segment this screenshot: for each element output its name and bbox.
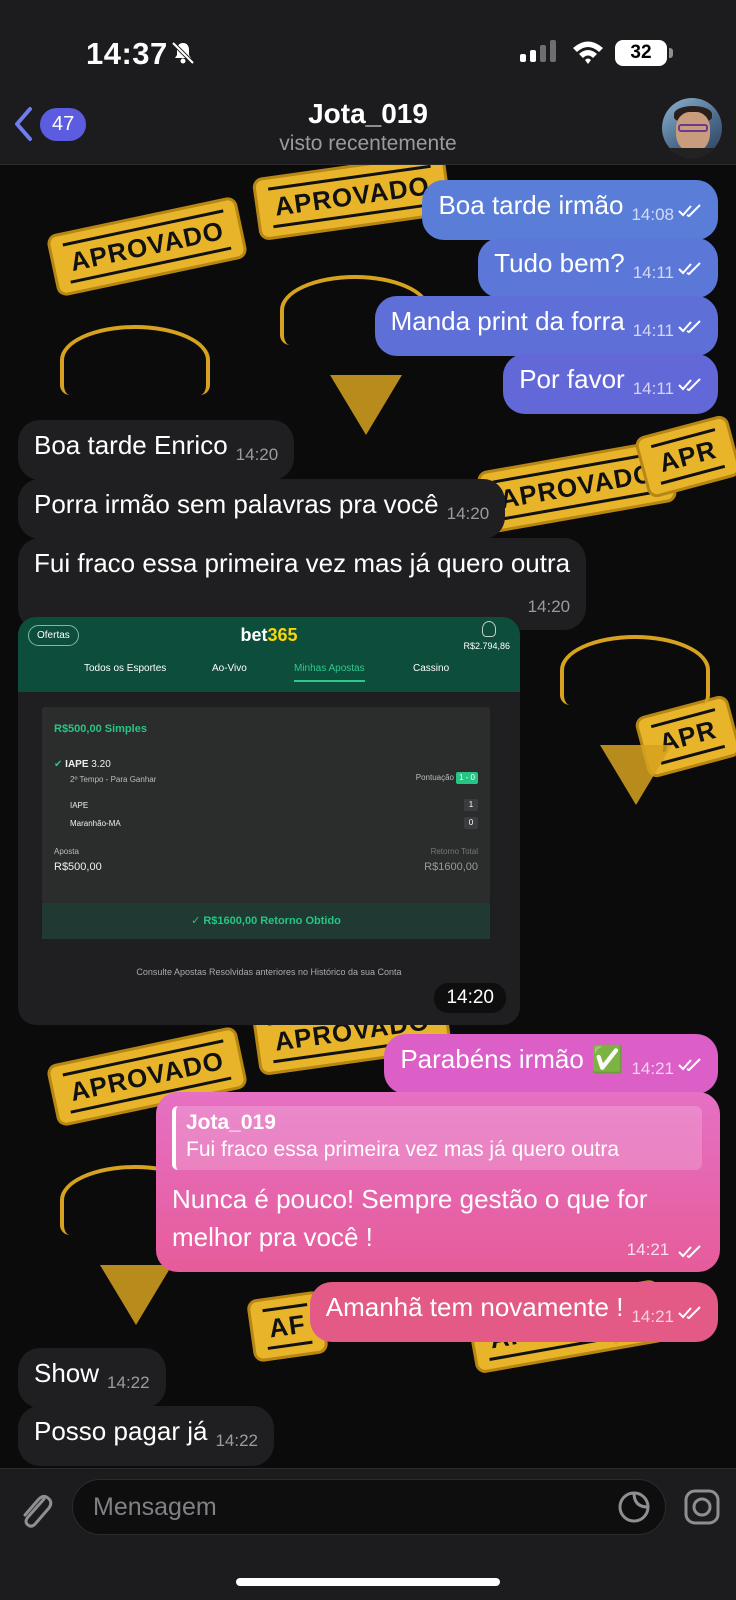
double-check-icon	[678, 378, 701, 392]
outgoing-message[interactable]: Tudo bem? 14:11	[478, 238, 718, 298]
return-label: Retorno Total	[430, 847, 478, 856]
double-check-icon	[678, 204, 701, 218]
tab-label: Ao-Vivo	[212, 663, 247, 674]
incoming-message[interactable]: Show 14:22	[18, 1348, 166, 1408]
wallpaper-stamp: APROVADO	[45, 195, 249, 298]
bet-selection: ✔ IAPE 3.20	[54, 759, 111, 770]
message-input[interactable]	[93, 1480, 573, 1534]
balance-label: R$2.794,86	[463, 641, 510, 651]
wallpaper-figure	[600, 745, 672, 805]
message-time: 14:21	[631, 1307, 674, 1326]
double-check-icon	[678, 1058, 701, 1072]
image-message[interactable]: Ofertas bet365 R$2.794,86 Todos os Espor…	[18, 617, 520, 1025]
message-text: Fui fraco essa primeira vez mas já quero…	[34, 548, 571, 578]
quoted-name: Jota_019	[186, 1111, 276, 1134]
history-note: Consulte Apostas Resolvidas anteriores n…	[136, 967, 402, 977]
score-badge: 1 - 0	[456, 772, 478, 784]
chat-title[interactable]: Jota_019	[0, 98, 736, 130]
message-text: Amanhã tem novamente !	[325, 1292, 624, 1322]
incoming-message[interactable]: Posso pagar já 14:22	[18, 1406, 274, 1466]
tab-label: Cassino	[413, 663, 450, 674]
battery-indicator: 32	[615, 40, 673, 66]
message-time: 14:11	[632, 321, 674, 340]
stake-value: R$500,00	[54, 861, 102, 873]
bet-market: 2º Tempo - Para Ganhar	[70, 775, 157, 784]
message-text: Por favor	[519, 364, 625, 394]
status-time: 14:37	[86, 36, 168, 71]
double-check-icon	[678, 1245, 701, 1259]
bet365-topbar: Ofertas bet365 R$2.794,86 Todos os Espor…	[18, 617, 520, 692]
team-name: IAPE	[70, 801, 89, 810]
bell-slash-icon	[171, 41, 195, 65]
avatar[interactable]	[662, 98, 722, 158]
message-text: Boa tarde irmão	[438, 190, 624, 220]
message-time: 14:08	[631, 205, 674, 224]
reply-message[interactable]: Jota_019 Fui fraco essa primeira vez mas…	[156, 1092, 720, 1272]
tab-label: Todos os Esportes	[84, 663, 167, 674]
status-bar: 14:37 32	[0, 0, 736, 100]
incoming-message[interactable]: Porra irmão sem palavras pra você 14:20	[18, 479, 506, 539]
paperclip-icon[interactable]	[16, 1489, 56, 1533]
return-value: R$1600,00	[424, 861, 478, 873]
outgoing-message[interactable]: Manda print da forra 14:11	[374, 296, 718, 356]
chat-header: 47 Jota_019 visto recentemente	[0, 90, 736, 165]
telegram-chat-screen: APROVADO APROVADO APROVADO APR APR APROV…	[0, 0, 736, 1600]
bet-title: R$500,00 Simples	[54, 723, 147, 735]
message-text: Parabéns irmão ✅	[400, 1044, 624, 1074]
quoted-text: Fui fraco essa primeira vez mas já quero…	[186, 1138, 620, 1161]
outgoing-message[interactable]: Amanhã tem novamente ! 14:21	[309, 1282, 718, 1342]
message-text: Boa tarde Enrico	[34, 430, 228, 460]
message-text: Show	[34, 1358, 100, 1388]
outgoing-message[interactable]: Parabéns irmão ✅ 14:21	[384, 1034, 718, 1094]
camera-icon[interactable]	[682, 1487, 722, 1527]
message-text: Tudo bem?	[494, 248, 625, 278]
sticker-icon[interactable]	[617, 1490, 651, 1524]
bet365-logo: bet365	[240, 625, 298, 645]
message-time: 14:21	[631, 1059, 674, 1078]
score-label: Pontuação	[415, 773, 454, 782]
double-check-icon	[678, 1306, 701, 1320]
message-time: 14:22	[107, 1373, 150, 1392]
message-time: 14:20	[527, 597, 571, 616]
message-time: 14:20	[446, 504, 490, 523]
outgoing-message[interactable]: Por favor 14:11	[503, 354, 718, 414]
wallpaper-figure	[60, 325, 210, 395]
return-obtained: ✓ R$1600,00 Retorno Obtido	[42, 903, 490, 939]
user-icon	[482, 621, 496, 637]
message-text: Posso pagar já	[34, 1416, 208, 1446]
message-time: 14:11	[632, 379, 674, 398]
message-text: Porra irmão sem palavras pra você	[34, 489, 439, 519]
incoming-message[interactable]: Boa tarde Enrico 14:20	[18, 420, 295, 480]
team-score: 1	[464, 799, 478, 811]
message-time: 14:20	[434, 983, 506, 1013]
message-field[interactable]	[72, 1479, 666, 1535]
stake-label: Aposta	[54, 847, 79, 856]
team-score: 0	[464, 817, 478, 829]
outgoing-message[interactable]: Boa tarde irmão 14:08	[422, 180, 718, 240]
double-check-icon	[678, 262, 701, 276]
team-name: Maranhão-MA	[70, 819, 121, 828]
wallpaper-figure	[330, 375, 402, 435]
message-time: 14:20	[235, 445, 279, 464]
wifi-icon	[573, 41, 603, 64]
bet365-tabs: Todos os Esportes Ao-Vivo Minhas Apostas…	[18, 663, 520, 687]
wallpaper-stamp: APR	[633, 413, 736, 500]
wallpaper-figure	[100, 1265, 172, 1325]
signal-icon	[520, 40, 556, 62]
message-text: Nunca é pouco! Sempre gestão o que for m…	[172, 1184, 648, 1252]
message-text: Manda print da forra	[390, 306, 625, 336]
bet-card: R$500,00 Simples ✔ IAPE 3.20 2º Tempo - …	[42, 707, 490, 903]
message-time-with-ticks: 14:21	[627, 1240, 702, 1260]
home-indicator[interactable]	[236, 1578, 500, 1586]
double-check-icon	[678, 320, 701, 334]
quoted-message[interactable]: Jota_019 Fui fraco essa primeira vez mas…	[172, 1106, 702, 1170]
message-time: 14:11	[632, 263, 674, 282]
message-time: 14:22	[215, 1431, 258, 1450]
wallpaper-figure	[560, 635, 710, 705]
chat-subtitle: visto recentemente	[279, 132, 457, 155]
tab-label: Minhas Apostas	[294, 663, 365, 682]
